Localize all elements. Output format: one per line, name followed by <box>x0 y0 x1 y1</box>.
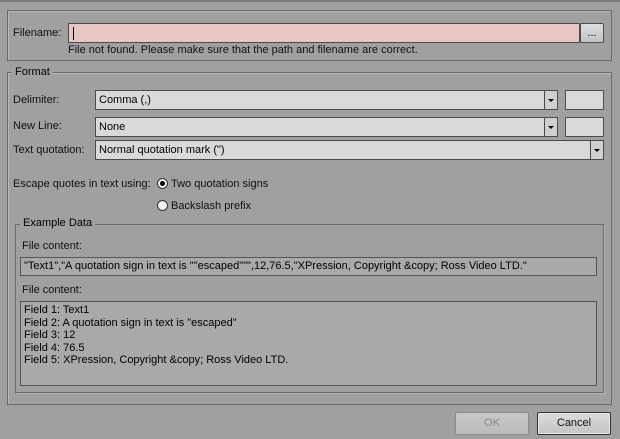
chevron-down-icon[interactable] <box>590 141 603 159</box>
text-caret <box>73 26 74 40</box>
format-title: Format <box>12 66 53 79</box>
field-line: Field 1: Text1 <box>24 304 90 316</box>
newline-custom-input[interactable] <box>565 117 604 137</box>
field-line: Field 3: 12 <box>24 329 76 341</box>
browse-button[interactable]: ... <box>580 23 604 43</box>
filename-label: Filename: <box>13 27 62 39</box>
text-quotation-select[interactable]: Normal quotation mark (") <box>95 140 604 160</box>
ok-button-label: OK <box>484 417 500 429</box>
cancel-button-label: Cancel <box>556 417 592 429</box>
chevron-down-icon[interactable] <box>544 118 557 136</box>
field-line: Field 5: XPression, Copyright &copy; Ros… <box>24 354 289 366</box>
field-line: Field 4: 76.5 <box>24 341 85 354</box>
cancel-button[interactable]: Cancel <box>537 412 611 435</box>
filename-input[interactable] <box>68 23 580 43</box>
text-quotation-label: Text quotation: <box>13 144 85 156</box>
raw-line-display: "Text1","A quotation sign in text is ""e… <box>20 257 597 276</box>
chevron-down-icon[interactable] <box>544 91 557 109</box>
newline-select[interactable]: None <box>95 117 558 137</box>
delimiter-custom-input[interactable] <box>565 90 604 110</box>
delimiter-label: Delimiter: <box>13 94 60 106</box>
newline-selected: None <box>99 121 126 133</box>
field-line: Field 2: A quotation sign in text is "es… <box>24 316 237 329</box>
radio-backslash-prefix-label[interactable]: Backslash prefix <box>171 199 251 213</box>
filename-error-message: File not found. Please make sure that th… <box>68 44 418 56</box>
delimiter-selected: Comma (,) <box>99 94 151 106</box>
file-content-label-2: File content: <box>22 284 82 296</box>
newline-label: New Line: <box>13 120 62 132</box>
example-data-title: Example Data <box>20 217 96 230</box>
escape-label: Escape quotes in text using: <box>13 178 151 190</box>
radio-two-quotation-signs[interactable] <box>157 178 168 189</box>
delimiter-select[interactable]: Comma (,) <box>95 90 558 110</box>
ok-button[interactable]: OK <box>455 412 529 435</box>
parsed-fields-display: Field 1: Text1 Field 2: A quotation sign… <box>20 301 597 386</box>
raw-line-text: "Text1","A quotation sign in text is ""e… <box>24 260 527 272</box>
radio-backslash-prefix[interactable] <box>157 200 168 211</box>
import-dialog: Filename: ... File not found. Please mak… <box>0 0 620 439</box>
file-content-label-1: File content: <box>22 240 82 252</box>
text-quotation-selected: Normal quotation mark (") <box>99 144 225 156</box>
radio-two-quotation-signs-label[interactable]: Two quotation signs <box>171 177 268 191</box>
